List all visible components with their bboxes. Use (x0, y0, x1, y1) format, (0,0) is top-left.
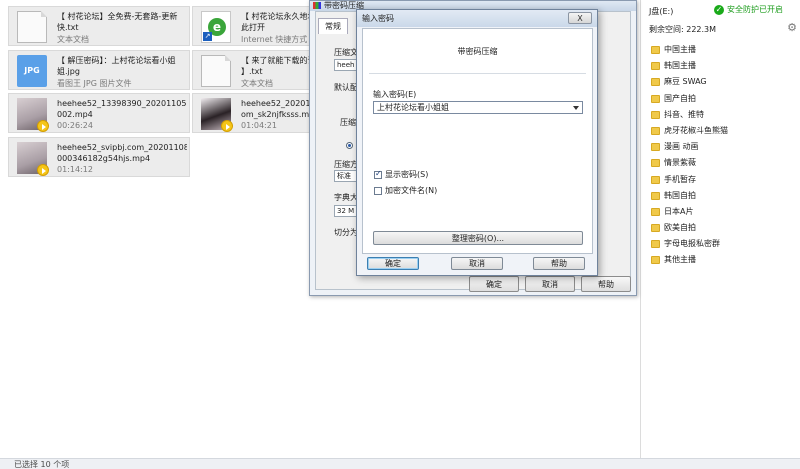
password-panel: 带密码压缩 输入密码(E) 上村花论坛看小姐姐 显示密码(S) 加密文件名(N)… (362, 28, 593, 254)
divider (369, 73, 586, 74)
file-item[interactable]: heehee52_13398390_202011050 002.mp4 00:2… (8, 93, 190, 133)
safe-label: 安全防护已开启 (727, 5, 783, 14)
file-item[interactable]: heehee52_svipbj.com_20201108 000346182g5… (8, 137, 190, 177)
drive-panel: J盘(E:) ✓ 安全防护已开启 剩余空间: 222.3M ⚙ 中国主播 韩国主播… (640, 0, 800, 458)
play-icon (221, 120, 233, 132)
password-combo[interactable]: 上村花论坛看小姐姐 (373, 101, 583, 114)
folder-icon (651, 191, 660, 200)
password-dialog-heading: 带密码压缩 (457, 47, 498, 56)
folder-item[interactable]: 其他主播 (651, 252, 796, 268)
drive-name: J盘(E:) (649, 7, 674, 16)
free-space: 剩余空间: 222.3M (649, 25, 717, 34)
folder-item[interactable]: 字母电报私密群 (651, 236, 796, 252)
file-type: 文本文档 (57, 35, 89, 44)
file-name: heehee52_svipbj.com_20201108 (57, 143, 187, 152)
password-value: 上村花论坛看小姐姐 (377, 103, 449, 112)
format-radio[interactable] (346, 142, 353, 149)
internet-shortcut-icon: e ↗ (201, 11, 231, 43)
tab-general[interactable]: 常规 (318, 18, 348, 34)
folder-item[interactable]: 漫画 动画 (651, 139, 796, 155)
video-thumbnail-icon (17, 98, 49, 132)
folder-item[interactable]: 韩国自拍 (651, 188, 796, 204)
shield-check-icon: ✓ (714, 4, 724, 15)
folder-icon (651, 126, 660, 135)
split-volume-label: 切分为 (334, 228, 358, 237)
text-file-icon (201, 55, 231, 87)
file-type: 文本文档 (241, 79, 273, 88)
folder-icon (651, 78, 660, 87)
selection-status: 已选择 10 个项 (14, 460, 70, 469)
folder-icon (651, 207, 660, 216)
file-name: 【 解压密码】：上村花论坛看小姐 (57, 56, 176, 65)
organize-passwords-button[interactable]: 整理密码(O)... (373, 231, 583, 245)
video-duration: 01:04:21 (241, 121, 277, 130)
jpg-file-icon: JPG (17, 55, 47, 87)
play-icon (37, 120, 49, 132)
text-file-icon (17, 11, 47, 43)
folder-item[interactable]: 虎牙花椒斗鱼熊猫 (651, 123, 796, 139)
file-name-line2: 002.mp4 (57, 110, 93, 119)
show-password-checkbox[interactable]: 显示密码(S) (374, 169, 428, 180)
default-profile-label: 默认配 (334, 83, 358, 92)
compression-cancel-button[interactable]: 取消 (525, 276, 575, 292)
status-bar: 已选择 10 个项 (0, 458, 800, 469)
folder-item[interactable]: 日本A片 (651, 204, 796, 220)
file-name-line2: 快.txt (57, 23, 79, 32)
encrypt-filenames-checkbox[interactable]: 加密文件名(N) (374, 185, 437, 196)
help-button[interactable]: 帮助 (533, 257, 585, 270)
folder-icon (651, 46, 660, 54)
folder-item[interactable]: 抖音、推特 (651, 107, 796, 123)
folder-list: 中国主播 韩国主播 麻豆 SWAG 国产自拍 抖音、推特 虎牙花椒斗鱼熊猫 漫画… (651, 42, 796, 269)
compression-ok-button[interactable]: 确定 (469, 276, 519, 292)
gear-icon[interactable]: ⚙ (786, 22, 798, 34)
file-name: 【 村花论坛】全免费-无套路-更新 (57, 12, 178, 21)
folder-item[interactable]: 麻豆 SWAG (651, 74, 796, 90)
video-duration: 01:14:12 (57, 165, 93, 174)
close-button[interactable]: X (568, 12, 592, 24)
folder-item[interactable]: 韩国主播 (651, 58, 796, 74)
checkbox-unchecked-icon[interactable] (374, 186, 382, 195)
checkbox-checked-icon[interactable] (374, 169, 382, 179)
dictionary-size-label: 字典大 (334, 193, 358, 202)
folder-icon (651, 62, 660, 71)
file-name-line2: 姐.jpg (57, 67, 80, 76)
winrar-icon (313, 2, 321, 9)
folder-icon (651, 256, 660, 265)
folder-item[interactable]: 中国主播 (651, 42, 796, 58)
folder-icon (651, 224, 660, 233)
video-thumbnail-icon (17, 142, 49, 176)
folder-item[interactable]: 手机暂存 (651, 172, 796, 188)
file-type: Internet 快捷方式 (241, 35, 308, 44)
compression-method-label: 压缩方 (334, 160, 358, 169)
compression-help-button[interactable]: 帮助 (581, 276, 631, 292)
file-name-line2: 000346182g54hjs.mp4 (57, 154, 151, 163)
video-thumbnail-icon (201, 98, 233, 132)
folder-icon (651, 94, 660, 103)
folder-icon (651, 159, 660, 168)
password-dialog: 输入密码 X 带密码压缩 输入密码(E) 上村花论坛看小姐姐 显示密码(S) 加… (356, 9, 598, 276)
folder-icon (651, 143, 660, 152)
folder-icon (651, 240, 660, 249)
compress-format-label: 压缩 (340, 118, 356, 127)
cancel-button[interactable]: 取消 (451, 257, 503, 270)
video-duration: 00:26:24 (57, 121, 93, 130)
file-item[interactable]: 【 村花论坛】全免费-无套路-更新 快.txt 文本文档 (8, 6, 190, 46)
folder-item[interactable]: 国产自拍 (651, 91, 796, 107)
folder-icon (651, 110, 660, 119)
safe-protection-status[interactable]: ✓ 安全防护已开启 (714, 4, 783, 15)
folder-icon (651, 175, 660, 184)
archive-name-label: 压缩文 (334, 48, 358, 57)
folder-item[interactable]: 情景紫薇 (651, 155, 796, 171)
file-name: heehee52_13398390_202011050 (57, 99, 187, 108)
play-icon (37, 164, 49, 176)
folder-item[interactable]: 欧美自拍 (651, 220, 796, 236)
password-label: 输入密码(E) (373, 90, 417, 99)
chevron-down-icon[interactable] (573, 106, 579, 110)
file-type: 看图王 JPG 图片文件 (57, 79, 132, 88)
file-item[interactable]: JPG 【 解压密码】：上村花论坛看小姐 姐.jpg 看图王 JPG 图片文件 (8, 50, 190, 90)
ok-button[interactable]: 确定 (367, 257, 419, 270)
password-dialog-titlebar[interactable]: 输入密码 (357, 10, 597, 27)
